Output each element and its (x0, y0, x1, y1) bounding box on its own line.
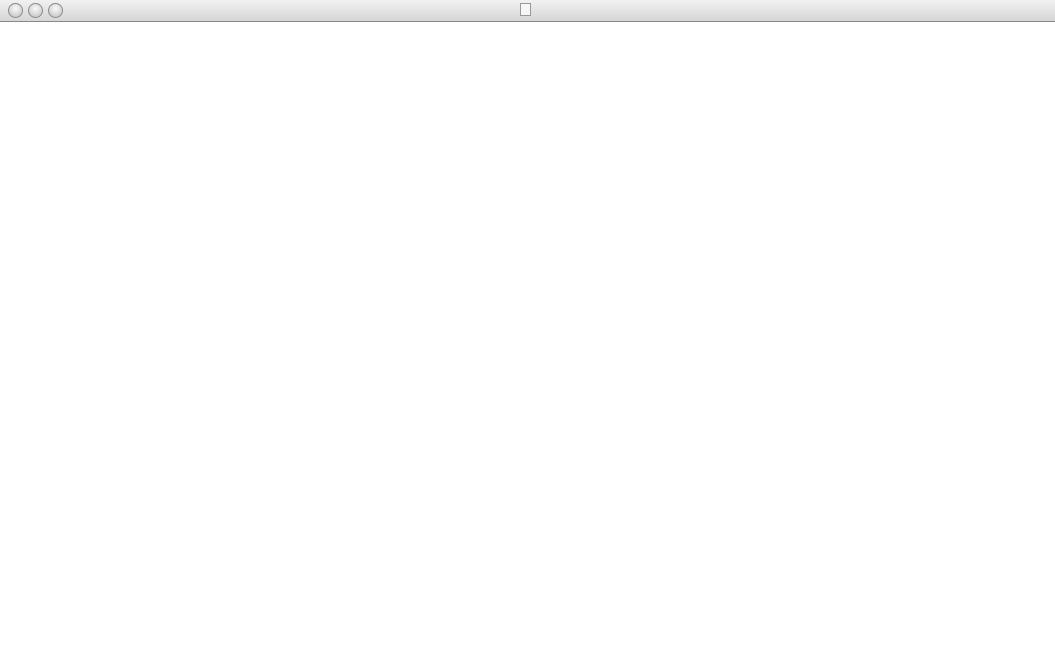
document-icon (519, 3, 531, 16)
window-titlebar (0, 0, 1055, 22)
window-title (0, 3, 1055, 18)
patch-canvas (0, 22, 1055, 659)
patch-cords (0, 22, 1055, 659)
